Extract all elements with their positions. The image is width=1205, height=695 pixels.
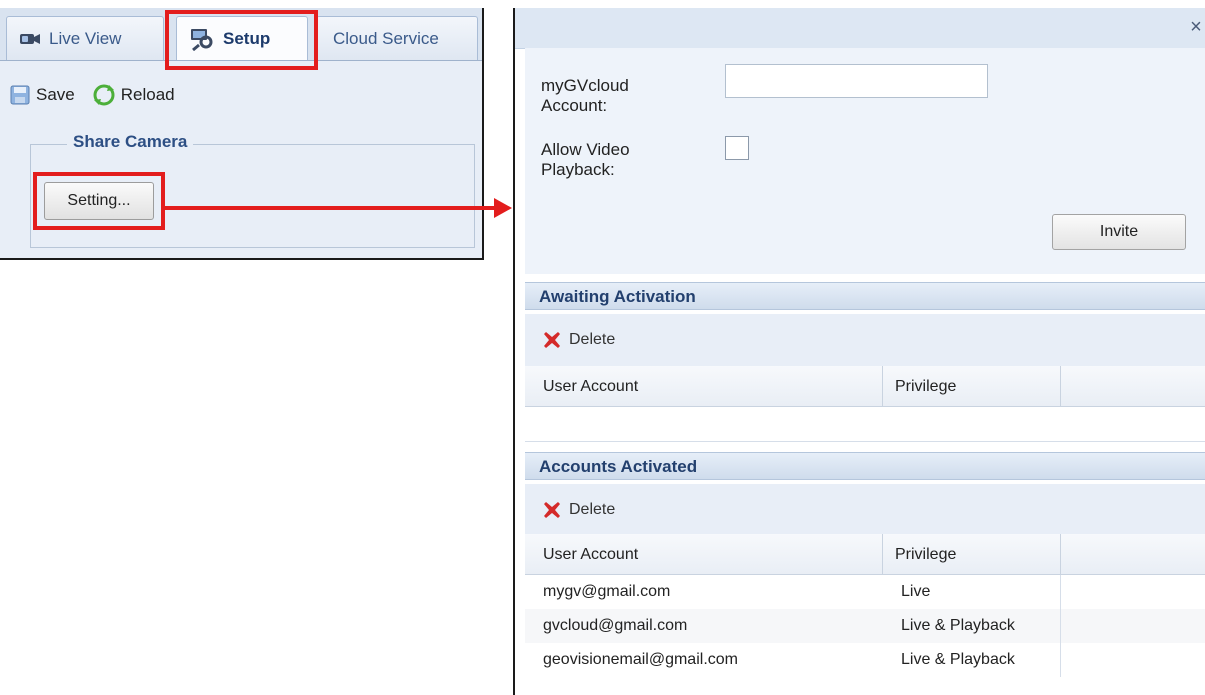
activated-grid: User Account Privilege mygv@gmail.com Li… bbox=[525, 534, 1205, 677]
grid-header: User Account Privilege bbox=[525, 366, 1205, 407]
reload-icon bbox=[93, 84, 115, 106]
grid-header: User Account Privilege bbox=[525, 534, 1205, 575]
pointer-arrow-line bbox=[165, 206, 495, 210]
cell-user-account: gvcloud@gmail.com bbox=[543, 617, 688, 634]
save-icon bbox=[10, 85, 30, 105]
tab-setup-label: Setup bbox=[223, 28, 271, 48]
column-privilege[interactable]: Privilege bbox=[883, 534, 1061, 574]
account-input[interactable] bbox=[725, 64, 988, 98]
activated-delete-button[interactable]: Delete bbox=[525, 484, 1205, 536]
tab-live-view-label: Live View bbox=[49, 28, 122, 48]
tab-bar: Live View Setup Cloud Service bbox=[0, 8, 482, 61]
share-camera-dialog: × myGVcloud Account: Allow Video Playbac… bbox=[513, 8, 1205, 695]
allow-playback-checkbox[interactable] bbox=[725, 136, 749, 160]
toolbar: Save Reload bbox=[0, 62, 482, 128]
account-label: myGVcloud Account: bbox=[541, 76, 629, 115]
table-row[interactable]: geovisionemail@gmail.com Live & Playback bbox=[525, 643, 1205, 677]
cell-privilege: Live & Playback bbox=[883, 643, 1061, 677]
cell-privilege: Live & Playback bbox=[883, 609, 1061, 643]
awaiting-delete-button[interactable]: Delete bbox=[525, 314, 1205, 366]
invite-button[interactable]: Invite bbox=[1052, 214, 1186, 250]
cell-user-account: geovisionemail@gmail.com bbox=[543, 651, 738, 668]
column-filler bbox=[1061, 534, 1205, 574]
tab-live-view[interactable]: Live View bbox=[6, 16, 164, 60]
allow-playback-label: Allow Video Playback: bbox=[541, 140, 630, 179]
accounts-activated-header: Accounts Activated bbox=[525, 452, 1205, 480]
save-label: Save bbox=[36, 85, 75, 104]
cell-privilege: Live bbox=[883, 575, 1061, 609]
column-user-account[interactable]: User Account bbox=[525, 534, 883, 574]
empty-row bbox=[525, 407, 1205, 442]
column-user-account[interactable]: User Account bbox=[525, 366, 883, 406]
cell-user-account: mygv@gmail.com bbox=[543, 583, 671, 600]
table-row[interactable]: gvcloud@gmail.com Live & Playback bbox=[525, 609, 1205, 643]
table-row[interactable]: mygv@gmail.com Live bbox=[525, 575, 1205, 609]
share-camera-legend: Share Camera bbox=[67, 132, 194, 152]
delete-icon bbox=[544, 332, 560, 348]
pointer-arrow-head bbox=[494, 198, 512, 218]
save-button[interactable]: Save bbox=[10, 85, 75, 105]
delete-label: Delete bbox=[569, 501, 616, 518]
tab-setup[interactable]: Setup bbox=[176, 16, 308, 60]
tab-cloud-service[interactable]: Cloud Service bbox=[316, 16, 478, 60]
delete-label: Delete bbox=[569, 331, 616, 348]
reload-label: Reload bbox=[120, 85, 175, 104]
awaiting-activation-header: Awaiting Activation bbox=[525, 282, 1205, 310]
setup-icon bbox=[191, 28, 213, 51]
setting-button-highlight bbox=[33, 172, 165, 230]
dialog-title-bar: × bbox=[515, 8, 1205, 49]
close-icon[interactable]: × bbox=[1187, 16, 1205, 38]
invite-form: myGVcloud Account: Allow Video Playback:… bbox=[525, 48, 1205, 274]
camera-icon bbox=[20, 33, 40, 44]
column-filler bbox=[1061, 366, 1205, 406]
column-privilege[interactable]: Privilege bbox=[883, 366, 1061, 406]
awaiting-grid: User Account Privilege bbox=[525, 366, 1205, 442]
delete-icon bbox=[544, 502, 560, 518]
reload-button[interactable]: Reload bbox=[93, 84, 175, 106]
tab-cloud-service-label: Cloud Service bbox=[333, 28, 439, 48]
